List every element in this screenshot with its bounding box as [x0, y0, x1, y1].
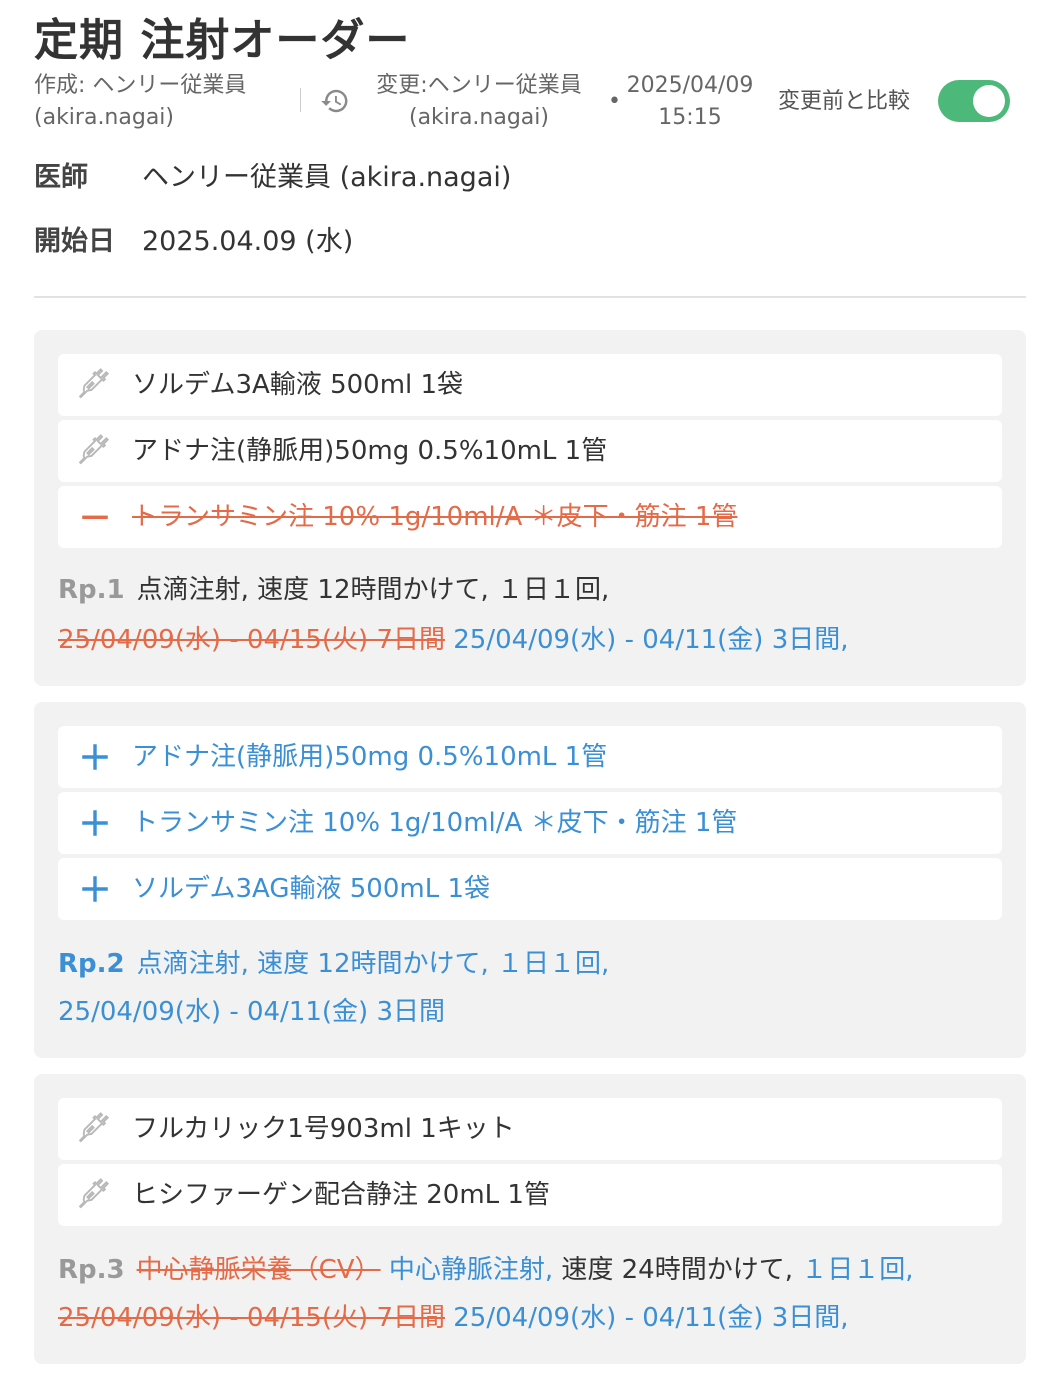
- rp-card-1: ソルデム3A輸液 500ml 1袋 アドナ注(静脈用)50mg 0.5%10mL…: [34, 330, 1026, 686]
- new-period: 25/04/09(水) - 04/11(金) 3日間: [58, 997, 445, 1027]
- drug-name: アドナ注(静脈用)50mg 0.5%10mL 1管: [132, 436, 608, 466]
- plus-icon: [82, 876, 108, 902]
- updated-datetime: 2025/04/09 15:15: [622, 70, 758, 134]
- drug-name: アドナ注(静脈用)50mg 0.5%10mL 1管: [132, 742, 608, 772]
- drug-row[interactable]: アドナ注(静脈用)50mg 0.5%10mL 1管: [58, 420, 1002, 482]
- rp-period-1: 25/04/09(水) - 04/15(火) 7日間 25/04/09(水) -…: [58, 616, 849, 664]
- updated-user-id: (akira.nagai): [408, 105, 549, 130]
- drug-row-added[interactable]: ソルデム3AG輸液 500mL 1袋: [58, 858, 1002, 920]
- rp-frequency: １日１回,: [801, 1255, 914, 1285]
- drug-name: フルカリック1号903ml 1キット: [132, 1114, 515, 1144]
- drug-name: トランサミン注 10% 1g/10ml/A ＊皮下・筋注 1管: [132, 808, 738, 838]
- old-method: 中心静脈栄養（CV）: [136, 1255, 381, 1285]
- created-by: 作成: ヘンリー従業員: [34, 73, 247, 98]
- rp-summary-3: Rp.3 中心静脈栄養（CV） 中心静脈注射, 速度 24時間かけて, １日１回,: [58, 1246, 914, 1294]
- rp-method: 点滴注射, 速度 12時間かけて, １日１回,: [136, 575, 610, 605]
- rp-summary-1: Rp.1 点滴注射, 速度 12時間かけて, １日１回,: [58, 566, 609, 614]
- rp-method: 点滴注射, 速度 12時間かけて, １日１回,: [136, 949, 610, 979]
- plus-icon: [82, 744, 108, 770]
- compare-toggle[interactable]: [938, 80, 1010, 122]
- rp-card-2: アドナ注(静脈用)50mg 0.5%10mL 1管 トランサミン注 10% 1g…: [34, 702, 1026, 1058]
- updated-info: 変更:ヘンリー従業員 (akira.nagai): [364, 70, 594, 134]
- section-divider: [34, 296, 1026, 298]
- drug-row[interactable]: ソルデム3A輸液 500ml 1袋: [58, 354, 1002, 416]
- doctor-value: ヘンリー従業員 (akira.nagai): [142, 162, 512, 193]
- drug-row-added[interactable]: トランサミン注 10% 1g/10ml/A ＊皮下・筋注 1管: [58, 792, 1002, 854]
- start-date-label: 開始日: [34, 226, 115, 257]
- syringe-icon: [78, 368, 110, 399]
- rp-card-3: フルカリック1号903ml 1キット ヒシファーゲン配合静注 20mL 1管 R…: [34, 1074, 1026, 1364]
- meta-dot: •: [608, 89, 621, 114]
- drug-name: ソルデム3AG輸液 500mL 1袋: [132, 874, 491, 904]
- drug-row-removed[interactable]: トランサミン注 10% 1g/10ml/A ＊皮下・筋注 1管: [58, 486, 1002, 548]
- compare-label: 変更前と比較: [778, 89, 911, 114]
- start-date-value: 2025.04.09 (水): [142, 226, 354, 257]
- history-icon[interactable]: [320, 86, 350, 116]
- rp-period-3: 25/04/09(水) - 04/15(火) 7日間 25/04/09(水) -…: [58, 1294, 849, 1342]
- drug-name: ソルデム3A輸液 500ml 1袋: [132, 370, 464, 400]
- order-meta: 作成: ヘンリー従業員 (akira.nagai) 変更:ヘンリー従業員 (ak…: [34, 70, 1026, 134]
- drug-row-added[interactable]: アドナ注(静脈用)50mg 0.5%10mL 1管: [58, 726, 1002, 788]
- syringe-icon: [78, 1178, 110, 1209]
- rp-period-2: 25/04/09(水) - 04/11(金) 3日間: [58, 988, 445, 1036]
- rp-speed: 速度 24時間かけて,: [561, 1255, 793, 1285]
- new-period: 25/04/09(水) - 04/11(金) 3日間,: [453, 1303, 849, 1333]
- old-period: 25/04/09(水) - 04/15(火) 7日間: [58, 625, 445, 655]
- updated-date: 2025/04/09: [626, 73, 754, 98]
- plus-icon: [82, 810, 108, 836]
- drug-row[interactable]: ヒシファーゲン配合静注 20mL 1管: [58, 1164, 1002, 1226]
- drug-name: ヒシファーゲン配合静注 20mL 1管: [132, 1180, 550, 1210]
- rp-summary-2: Rp.2 点滴注射, 速度 12時間かけて, １日１回,: [58, 940, 609, 988]
- toggle-knob: [973, 85, 1005, 117]
- created-info: 作成: ヘンリー従業員 (akira.nagai): [34, 70, 246, 134]
- new-period: 25/04/09(水) - 04/11(金) 3日間,: [453, 625, 849, 655]
- drug-name: トランサミン注 10% 1g/10ml/A ＊皮下・筋注 1管: [132, 502, 738, 532]
- rp-label: Rp.3: [58, 1255, 125, 1285]
- doctor-label: 医師: [34, 162, 88, 193]
- new-method: 中心静脈注射,: [388, 1255, 554, 1285]
- updated-time: 15:15: [658, 105, 722, 130]
- page-title: 定期 注射オーダー: [34, 15, 411, 66]
- meta-divider: [300, 88, 301, 112]
- rp-label: Rp.1: [58, 575, 125, 605]
- created-user-id: (akira.nagai): [34, 105, 175, 130]
- minus-icon: [82, 515, 108, 519]
- syringe-icon: [78, 1112, 110, 1143]
- old-period: 25/04/09(水) - 04/15(火) 7日間: [58, 1303, 445, 1333]
- drug-row[interactable]: フルカリック1号903ml 1キット: [58, 1098, 1002, 1160]
- syringe-icon: [78, 434, 110, 465]
- rp-label: Rp.2: [58, 949, 125, 979]
- updated-by: 変更:ヘンリー従業員: [376, 73, 582, 98]
